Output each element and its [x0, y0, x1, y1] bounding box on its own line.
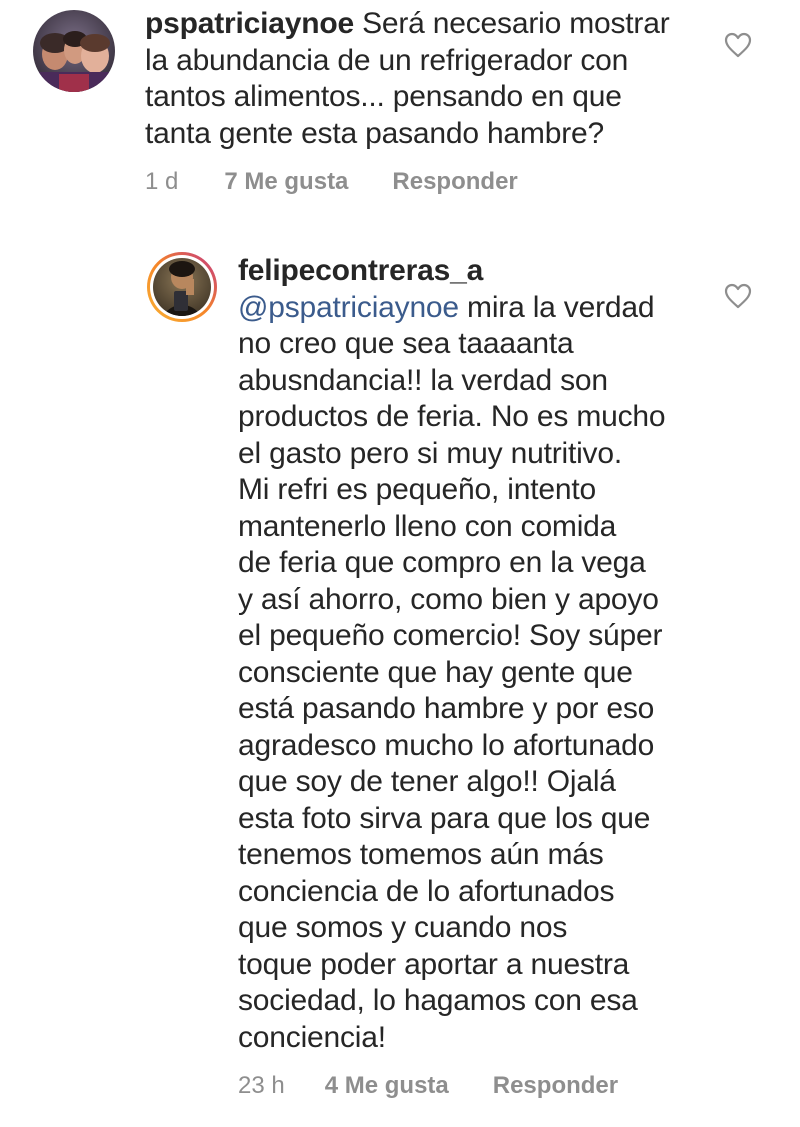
avatar-image — [147, 252, 217, 322]
comment-line: consciente que hay gente que — [238, 655, 633, 689]
comment-username[interactable]: pspatriciaynoe — [145, 7, 354, 40]
comment-line: no creo que sea taaaanta — [238, 327, 574, 360]
comment-line: tantos alimentos... pensando en que — [145, 80, 622, 113]
comment-line: y así ahorro, como bien y apoyo — [238, 582, 659, 616]
comment-line: toque poder aportar a nuestra — [238, 947, 630, 981]
comment-line: mira la verdad — [458, 290, 655, 324]
likes-count-button[interactable]: 4 Me gusta — [325, 1072, 449, 1100]
likes-count-button[interactable]: 7 Me gusta — [224, 168, 348, 196]
comment-line: Será necesario mostrar — [353, 7, 670, 40]
comment-line: esta foto sirva para que los que — [238, 801, 651, 835]
comment-line: está pasando hambre y por eso — [238, 692, 655, 725]
comment-line: agradesco mucho lo afortunado — [238, 728, 655, 762]
avatar[interactable] — [146, 251, 218, 323]
comment-line: el gasto pero si muy nutritivo. — [238, 436, 622, 470]
comment-text: felipecontreras_a @pspatriciaynoe mira l… — [238, 253, 666, 1056]
comment-line: Mi refri es pequeño, intento — [238, 473, 596, 506]
heart-outline-icon[interactable] — [724, 32, 752, 58]
comment-username[interactable]: felipecontreras_a — [238, 253, 665, 290]
comment-line: que soy de tener algo!! Ojalá — [238, 765, 616, 798]
comment-line: la abundancia de un refrigerador con — [145, 43, 629, 77]
avatar[interactable] — [33, 10, 115, 92]
comment-text: pspatriciaynoe Será necesario mostrar la… — [145, 6, 670, 152]
avatar-image — [33, 10, 115, 92]
comment-time: 1 d — [145, 168, 179, 195]
comment-line: de feria que compro en la vega — [238, 546, 646, 579]
comment-line: productos de feria. No es mucho — [238, 400, 666, 433]
reply-button[interactable]: Responder — [493, 1072, 618, 1100]
comment-line: abusndancia!! la verdad son — [238, 363, 608, 397]
mention-link[interactable]: @pspatriciaynoe — [238, 291, 459, 324]
comment-line: mantenerlo lleno con comida — [238, 509, 617, 543]
reply-button[interactable]: Responder — [392, 168, 517, 196]
comment-time: 23 h — [238, 1072, 285, 1099]
comment-line: que somos y cuando nos — [238, 911, 568, 944]
comment-meta: 23 h 4 Me gusta Responder — [238, 1072, 618, 1100]
comment-line: sociedad, lo hagamos con esa — [238, 984, 638, 1017]
comment-meta: 1 d 7 Me gusta Responder — [145, 168, 518, 196]
comment-line: tenemos tomemos aún más — [238, 838, 604, 871]
heart-outline-icon[interactable] — [724, 283, 752, 309]
comment-line: tanta gente esta pasando hambre? — [145, 116, 604, 150]
comment-line: el pequeño comercio! Soy súper — [238, 619, 663, 652]
comment-line: conciencia de lo afortunados — [238, 874, 615, 908]
comment-line: conciencia! — [238, 1020, 386, 1054]
